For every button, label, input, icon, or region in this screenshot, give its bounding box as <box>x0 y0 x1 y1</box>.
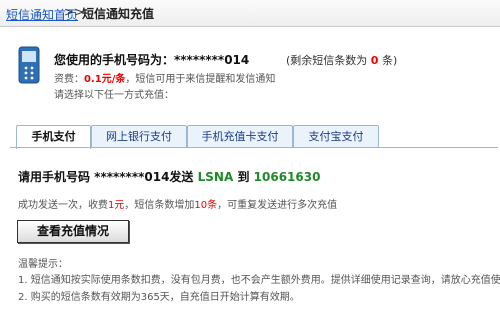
sms-number: 10661630 <box>253 170 321 184</box>
success-prefix: 成功发送一次，收费 <box>18 200 108 211</box>
fee-info: 资费：0.1元/条，短信可用于来信提醒和发信通知 <box>54 70 275 85</box>
choose-method-text: 请选择以下任一方式充值： <box>54 90 174 101</box>
mobile-phone-icon <box>18 46 40 84</box>
remaining-suffix: 条) <box>381 54 398 67</box>
tab-recharge-card[interactable]: 手机充值卡支付 <box>187 125 293 148</box>
instruction-prefix: 请用手机号码 ********014发送 <box>18 170 194 184</box>
remaining-count: 0 <box>370 54 379 67</box>
success-mid: ，短信条数增加 <box>124 200 195 211</box>
instruction-to: 到 <box>237 170 250 184</box>
fee-prefix: 资费： <box>54 74 84 85</box>
fee-suffix: ，短信可用于来信提醒和发信通知 <box>125 74 276 85</box>
fee-price: 0.1元/条 <box>84 74 126 85</box>
tab-online-bank[interactable]: 网上银行支付 <box>91 125 187 148</box>
success-suffix: ，可重复发送进行多次充值 <box>217 200 338 211</box>
account-phone-number: 您使用的手机号码为：********014 <box>54 53 250 67</box>
sms-code: LSNA <box>197 170 234 184</box>
view-recharge-button[interactable]: 查看充值情况 <box>17 220 129 243</box>
remaining-sms-count: (剩余短信条数为 0 条) <box>286 52 397 68</box>
success-info: 成功发送一次，收费1元，短信条数增加10条，可重复发送进行多次充值 <box>18 196 337 211</box>
success-fee: 1元 <box>108 200 125 211</box>
tip-item: 1. 短信通知按实际使用条数扣费，没有包月费，也不会产生额外费用。提供详细使用记… <box>18 275 500 286</box>
breadcrumb-bar: 短信通知首页 >> 短信通知充值 <box>0 0 500 27</box>
payment-tabs: 手机支付 网上银行支付 手机充值卡支付 支付宝支付 <box>16 125 496 149</box>
tab-alipay[interactable]: 支付宝支付 <box>293 125 379 148</box>
tab-mobile-payment[interactable]: 手机支付 <box>16 125 91 149</box>
success-count: 10条 <box>194 200 218 211</box>
tabs-divider <box>10 147 498 148</box>
sms-instruction: 请用手机号码 ********014发送 LSNA 到 10661630 <box>18 168 320 185</box>
tips-title: 温馨提示： <box>18 259 68 270</box>
breadcrumb-current: 短信通知充值 <box>82 7 155 21</box>
remaining-prefix: (剩余短信条数为 <box>286 54 368 67</box>
tip-item: 2. 购买的短信条数有效期为365天，自充值日开始计算有效期。 <box>18 292 300 303</box>
